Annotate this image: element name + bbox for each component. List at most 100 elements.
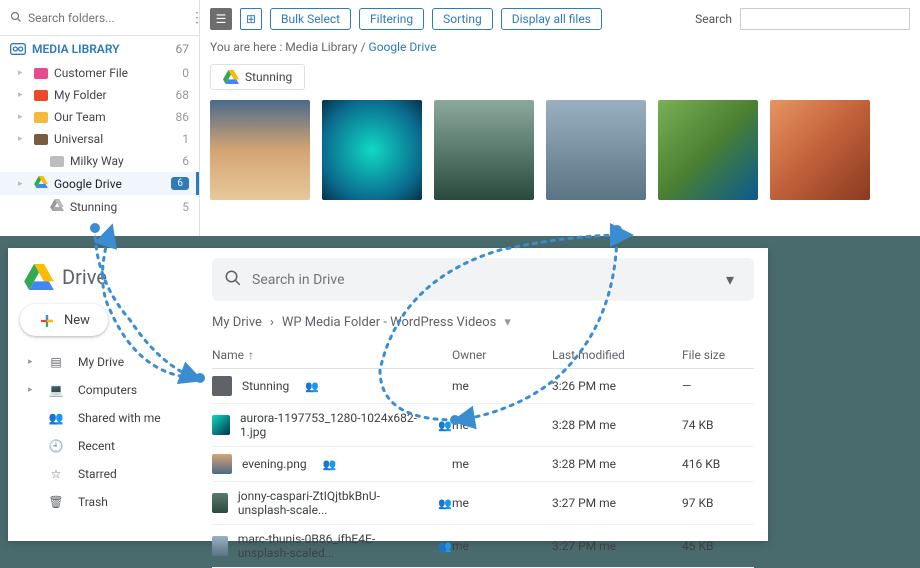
chevron-icon: ▸ <box>18 179 28 189</box>
nav-label: Shared with me <box>78 411 161 425</box>
drive-nav-my-drive[interactable]: ▸ ▤ My Drive <box>16 348 190 376</box>
media-thumbnail[interactable] <box>210 100 310 200</box>
drive-file-row[interactable]: marc-thunis-0B86_ifhE4E-unsplash-scaled.… <box>212 525 754 568</box>
sidebar-item-milky-way[interactable]: Milky Way6 <box>0 150 199 172</box>
drive-file-row[interactable]: evening.png👥me3:28 PM me416 KB <box>212 447 754 482</box>
sidebar-item-google-drive[interactable]: ▸ Google Drive 6 <box>0 172 199 195</box>
drive-breadcrumb: My Drive › WP Media Folder - WordPress V… <box>212 315 754 330</box>
col-owner-header[interactable]: Owner <box>452 348 552 362</box>
file-modified: 3:27 PM me <box>552 539 682 553</box>
view-list-button[interactable]: ☰ <box>210 8 232 30</box>
nav-label: My Drive <box>78 355 124 369</box>
media-search-input[interactable] <box>740 8 910 30</box>
nav-icon: ☆ <box>48 467 64 481</box>
col-modified-header[interactable]: Last modified <box>552 348 682 362</box>
folder-search-input[interactable] <box>28 11 184 25</box>
folder-icon <box>34 68 48 79</box>
chevron-down-icon[interactable]: ▾ <box>504 315 511 330</box>
breadcrumb: You are here : Media Library / Google Dr… <box>210 40 910 54</box>
file-size: 45 KB <box>682 539 754 553</box>
file-size: 416 KB <box>682 457 754 471</box>
file-owner: me <box>452 379 552 393</box>
drive-bc-root[interactable]: My Drive <box>212 315 262 330</box>
folder-chip-stunning[interactable]: Stunning <box>210 64 305 90</box>
sidebar-item-our-team[interactable]: ▸Our Team86 <box>0 106 199 128</box>
file-owner: me <box>452 457 552 471</box>
media-thumbnail[interactable] <box>658 100 758 200</box>
file-name: evening.png <box>242 457 307 471</box>
col-name-header[interactable]: Name <box>212 348 244 362</box>
sidebar-item-count: 6 <box>171 177 189 190</box>
sidebar-item-label: Google Drive <box>54 177 122 191</box>
nav-label: Recent <box>78 439 115 453</box>
sidebar-item-label: Universal <box>54 132 103 146</box>
drive-search-input[interactable] <box>252 272 708 288</box>
sidebar-item-universal[interactable]: ▸ Universal 1 <box>0 128 199 150</box>
sidebar-item-my-folder[interactable]: ▸My Folder68 <box>0 84 199 106</box>
folder-icon <box>34 112 48 123</box>
file-size: — <box>682 379 754 393</box>
display-all-button[interactable]: Display all files <box>501 8 602 30</box>
col-size-header[interactable]: File size <box>682 348 754 362</box>
media-main: ☰ ⊞ Bulk Select Filtering Sorting Displa… <box>200 0 920 236</box>
file-size: 74 KB <box>682 418 754 432</box>
bulk-select-button[interactable]: Bulk Select <box>270 8 351 30</box>
media-thumbnail[interactable] <box>322 100 422 200</box>
search-options-icon[interactable]: ▾ <box>718 266 742 293</box>
nav-icon: 👥 <box>48 411 64 425</box>
filtering-button[interactable]: Filtering <box>359 8 424 30</box>
drive-file-row[interactable]: aurora-1197753_1280-1024x682-1.jpg👥me3:2… <box>212 404 754 447</box>
view-grid-button[interactable]: ⊞ <box>240 8 262 30</box>
sidebar-item-label: Stunning <box>70 200 117 214</box>
sidebar-item-label: My Folder <box>54 88 107 102</box>
search-label: Search <box>695 12 732 26</box>
drive-new-button[interactable]: New <box>20 304 108 336</box>
library-count: 67 <box>176 42 190 56</box>
shared-icon: 👥 <box>438 497 452 510</box>
nav-icon: 💻 <box>48 383 64 397</box>
chevron-icon: ▸ <box>28 357 34 367</box>
sidebar-item-count: 5 <box>182 200 189 214</box>
sidebar-item-count: 1 <box>182 132 189 146</box>
file-owner: me <box>452 539 552 553</box>
file-name: marc-thunis-0B86_ifhE4E-unsplash-scaled.… <box>238 532 423 560</box>
nav-label: Trash <box>78 495 108 509</box>
chevron-icon: ▸ <box>18 112 28 122</box>
drive-nav-recent[interactable]: 🕘 Recent <box>16 432 190 460</box>
drive-file-row[interactable]: jonny-caspari-ZtIQjtbkBnU-unsplash-scale… <box>212 482 754 525</box>
drive-nav-computers[interactable]: ▸💻Computers <box>16 376 190 404</box>
nav-icon: ▤ <box>48 355 64 369</box>
file-modified: 3:27 PM me <box>552 496 682 510</box>
file-icon <box>212 536 228 556</box>
chevron-right-icon: › <box>270 315 274 330</box>
drive-nav-trash[interactable]: 🗑Trash <box>16 488 190 516</box>
shared-icon: 👥 <box>305 380 319 393</box>
chevron-icon: ▸ <box>28 385 34 395</box>
drive-bc-current[interactable]: WP Media Folder - WordPress Videos <box>282 315 496 330</box>
breadcrumb-current[interactable]: Google Drive <box>369 40 437 54</box>
drive-file-row[interactable]: Stunning👥me3:26 PM me— <box>212 369 754 404</box>
drive-nav-shared-with-me[interactable]: 👥 Shared with me <box>16 404 190 432</box>
media-thumbnail[interactable] <box>770 100 870 200</box>
sidebar-item-count: 86 <box>176 110 190 124</box>
sidebar-item-count: 68 <box>176 88 190 102</box>
drive-logo: Drive <box>16 260 190 304</box>
file-modified: 3:26 PM me <box>552 379 682 393</box>
file-name: jonny-caspari-ZtIQjtbkBnU-unsplash-scale… <box>238 489 422 517</box>
sidebar-item-stunning[interactable]: Stunning 5 <box>0 195 199 218</box>
media-thumbnail[interactable] <box>434 100 534 200</box>
sidebar-item-count: 0 <box>182 66 189 80</box>
file-icon <box>212 493 228 513</box>
nav-icon: 🕘 <box>48 439 64 453</box>
media-thumbnail[interactable] <box>546 100 646 200</box>
sidebar-item-customer-file[interactable]: ▸Customer File0 <box>0 62 199 84</box>
google-drive-panel: Drive New ▸▤My Drive▸💻Computers👥Shared w… <box>8 248 768 541</box>
folder-icon <box>34 90 48 101</box>
drive-nav-starred[interactable]: ☆Starred <box>16 460 190 488</box>
folder-icon <box>34 134 48 145</box>
sorting-button[interactable]: Sorting <box>432 8 493 30</box>
file-icon <box>212 415 230 435</box>
library-header[interactable]: MEDIA LIBRARY 67 <box>0 36 199 62</box>
google-drive-icon <box>34 176 48 191</box>
chevron-icon: ▸ <box>18 134 28 144</box>
